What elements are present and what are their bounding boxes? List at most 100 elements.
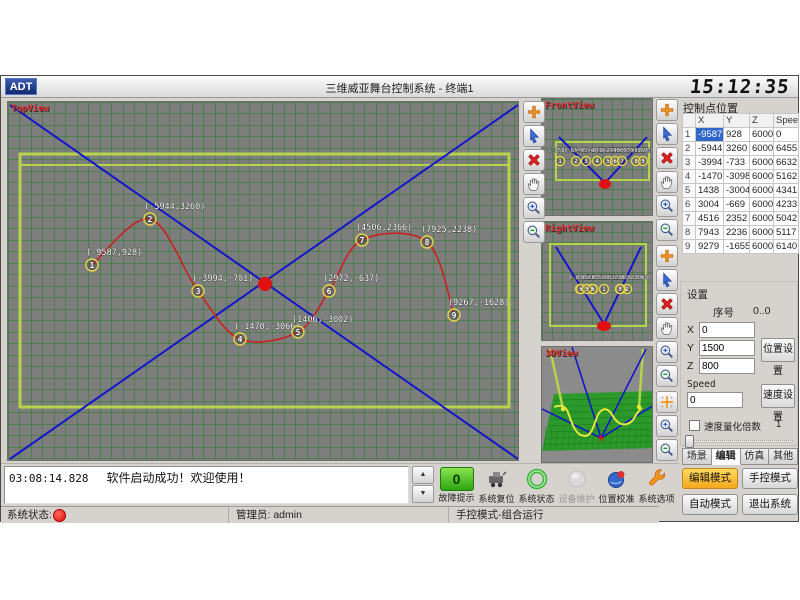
three-d-view-zoom-out-button[interactable] [656,439,678,461]
table-cell[interactable]: 9 [683,240,696,254]
three-d-view-canvas[interactable]: 3DView [541,346,653,463]
position-calibration-button[interactable]: 位置校准 [597,465,636,506]
table-row[interactable]: 99279-165560006140 [683,240,799,254]
table-cell[interactable]: -9587 [696,128,724,142]
system-options-button[interactable]: 系统选项 [637,465,676,506]
mode-button-2[interactable]: 手控模式 [742,468,798,489]
table-cell[interactable]: 6000 [750,170,774,184]
table-cell[interactable]: 8 [683,226,696,240]
speed-quant-slider-thumb[interactable] [685,435,694,448]
table-cell[interactable]: 2 [683,142,696,156]
table-cell[interactable]: 7943 [696,226,724,240]
table-row[interactable]: 87943223660005117 [683,226,799,240]
table-cell[interactable]: 7 [683,212,696,226]
table-cell[interactable]: 6140 [774,240,799,254]
speed-quant-checkbox[interactable] [689,420,700,431]
speed-set-button[interactable]: 速度设置 [761,384,795,408]
front-view-zoom-in-button[interactable] [656,195,678,217]
front-view-pan-button[interactable] [656,171,678,193]
table-cell[interactable]: 1 [683,128,696,142]
position-set-button[interactable]: 位置设置 [761,338,795,362]
table-cell[interactable]: 3 [683,156,696,170]
table-cell[interactable]: 6455 [774,142,799,156]
table-cell[interactable]: 6 [683,198,696,212]
right-view-pan-button[interactable] [656,317,678,339]
top-view-add-button[interactable] [523,101,545,123]
table-cell[interactable]: 6000 [750,184,774,198]
table-cell[interactable]: 6000 [750,156,774,170]
table-cell[interactable]: 6000 [750,198,774,212]
front-view-delete-button[interactable] [656,147,678,169]
tab-3[interactable]: 仿真 [741,448,770,465]
table-cell[interactable]: 0 [774,128,799,142]
table-cell[interactable]: 4233 [774,198,799,212]
table-cell[interactable]: 6000 [750,128,774,142]
table-row[interactable]: 1-958792860000 [683,128,799,142]
tab-1[interactable]: 场景 [682,448,712,465]
log-scroll-down-button[interactable]: ▼ [412,485,434,503]
three-d-view-crosshair-button[interactable] [656,391,678,413]
table-cell[interactable]: -669 [724,198,750,212]
table-cell[interactable]: 3260 [724,142,750,156]
right-view-add-button[interactable] [656,245,678,267]
table-cell[interactable]: 5042 [774,212,799,226]
front-view-zoom-out-button[interactable] [656,219,678,241]
table-cell[interactable]: 6000 [750,142,774,156]
table-cell[interactable]: 6000 [750,212,774,226]
table-row[interactable]: 3-3994-73360006632 [683,156,799,170]
table-cell[interactable]: -3098 [724,170,750,184]
right-view-delete-button[interactable] [656,293,678,315]
table-row[interactable]: 51438-300460004341 [683,184,799,198]
top-view-canvas[interactable]: TopView 1(-9587,928) 2(-5944,3260) 3(-39… [7,101,519,461]
table-cell[interactable]: 4341 [774,184,799,198]
z-field[interactable] [699,358,755,374]
table-cell[interactable]: 6632 [774,156,799,170]
front-view-select-button[interactable] [656,123,678,145]
table-cell[interactable]: 6000 [750,240,774,254]
three-d-view-zoom-in-button[interactable] [656,415,678,437]
top-view-zoom-out-button[interactable] [523,221,545,243]
system-reset-button[interactable]: 系统复位 [477,465,516,506]
table-row[interactable]: 4-1470-309860005162 [683,170,799,184]
table-cell[interactable]: 928 [724,128,750,142]
table-cell[interactable]: -733 [724,156,750,170]
table-row[interactable]: 2-5944326060006455 [683,142,799,156]
table-cell[interactable]: 6000 [750,226,774,240]
table-cell[interactable]: 5117 [774,226,799,240]
right-view-select-button[interactable] [656,269,678,291]
table-row[interactable]: 74516235260005042 [683,212,799,226]
x-field[interactable] [699,322,755,338]
top-view-delete-button[interactable] [523,149,545,171]
table-cell[interactable]: 4 [683,170,696,184]
right-view-zoom-out-button[interactable] [656,365,678,387]
table-cell[interactable]: 9279 [696,240,724,254]
top-view-zoom-in-button[interactable] [523,197,545,219]
table-cell[interactable]: -1470 [696,170,724,184]
front-view-canvas[interactable]: FrontView (-9587,6000)(-5944,6000)(-3994… [541,98,653,216]
mode-button-1[interactable]: 编辑模式 [682,468,738,489]
table-cell[interactable]: -3004 [724,184,750,198]
top-view-pan-button[interactable] [523,173,545,195]
mode-button-4[interactable]: 退出系统 [742,494,798,515]
table-row[interactable]: 63004-66960004233 [683,198,799,212]
y-field[interactable] [699,340,755,356]
table-cell[interactable]: 4516 [696,212,724,226]
tab-4[interactable]: 其他 [769,448,798,465]
system-status-button[interactable]: 系统状态 [517,465,556,506]
mode-button-3[interactable]: 自动模式 [682,494,738,515]
control-points-table[interactable]: XYZSpeed1-9587928600002-5944326060006455… [682,113,799,254]
table-cell[interactable]: 2236 [724,226,750,240]
table-cell[interactable]: 5 [683,184,696,198]
front-view-add-button[interactable] [656,99,678,121]
tab-2[interactable]: 编辑 [712,448,741,465]
table-cell[interactable]: 3004 [696,198,724,212]
table-cell[interactable]: 5162 [774,170,799,184]
speed-field[interactable] [687,392,743,408]
right-view-canvas[interactable]: RightView (928,6000)(3260,6000)(-701,600… [541,221,653,341]
speed-quant-slider-track[interactable] [685,440,793,443]
log-scroll-up-button[interactable]: ▲ [412,466,434,484]
table-cell[interactable]: -3994 [696,156,724,170]
table-cell[interactable]: 1438 [696,184,724,198]
table-cell[interactable]: -5944 [696,142,724,156]
table-cell[interactable]: -1655 [724,240,750,254]
